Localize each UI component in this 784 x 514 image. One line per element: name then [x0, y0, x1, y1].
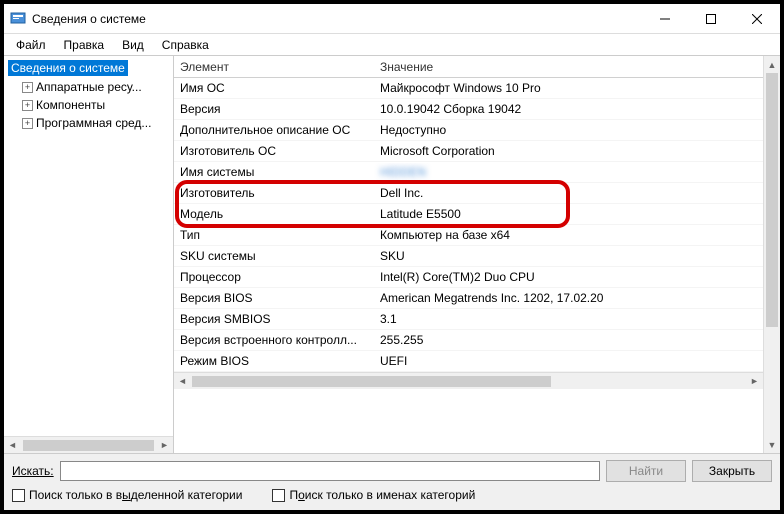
scroll-up-icon[interactable]: ▲: [764, 56, 780, 73]
cell-key: Версия встроенного контролл...: [174, 331, 374, 349]
menu-view[interactable]: Вид: [114, 36, 152, 54]
cell-key: SKU системы: [174, 247, 374, 265]
table-row[interactable]: ТипКомпьютер на базе x64: [174, 225, 763, 246]
table-row[interactable]: SKU системыSKU: [174, 246, 763, 267]
cell-value: Недоступно: [374, 121, 763, 139]
table-header: Элемент Значение: [174, 56, 763, 78]
details-panel: Элемент Значение Имя ОСМайкрософт Window…: [174, 56, 780, 453]
cell-value: Latitude E5500: [374, 205, 763, 223]
table-row[interactable]: Версия встроенного контролл...255.255: [174, 330, 763, 351]
find-button[interactable]: Найти: [606, 460, 686, 482]
cell-key: Процессор: [174, 268, 374, 286]
expand-icon[interactable]: +: [22, 100, 33, 111]
footer: Искать: Найти Закрыть Поиск только в выд…: [4, 454, 780, 510]
table-row[interactable]: ПроцессорIntel(R) Core(TM)2 Duo CPU: [174, 267, 763, 288]
checkbox-category-names[interactable]: Поиск только в именах категорий: [272, 488, 475, 502]
cell-value: UEFI: [374, 352, 763, 370]
close-panel-button[interactable]: Закрыть: [692, 460, 772, 482]
scroll-left-icon[interactable]: ◄: [4, 437, 21, 454]
cell-value: Компьютер на базе x64: [374, 226, 763, 244]
tree-root[interactable]: Сведения о системе: [4, 58, 173, 78]
titlebar: Сведения о системе: [4, 4, 780, 34]
cell-key: Имя ОС: [174, 79, 374, 97]
window-title: Сведения о системе: [32, 12, 642, 26]
cell-value: SKU: [374, 247, 763, 265]
cell-value: American Megatrends Inc. 1202, 17.02.20: [374, 289, 763, 307]
minimize-button[interactable]: [642, 4, 688, 34]
scroll-right-icon[interactable]: ►: [746, 376, 763, 386]
table-row[interactable]: ИзготовительDell Inc.: [174, 183, 763, 204]
cell-key: Версия BIOS: [174, 289, 374, 307]
cell-value: Intel(R) Core(TM)2 Duo CPU: [374, 268, 763, 286]
find-input[interactable]: [60, 461, 600, 481]
menu-help[interactable]: Справка: [154, 36, 217, 54]
scroll-left-icon[interactable]: ◄: [174, 376, 191, 386]
find-label: Искать:: [12, 464, 54, 478]
cell-value: 3.1: [374, 310, 763, 328]
table-row[interactable]: Имя ОСМайкрософт Windows 10 Pro: [174, 78, 763, 99]
checkbox-icon: [272, 489, 285, 502]
table-row[interactable]: Версия SMBIOS3.1: [174, 309, 763, 330]
table-row[interactable]: МодельLatitude E5500: [174, 204, 763, 225]
tree-hscrollbar[interactable]: ◄ ►: [4, 436, 173, 453]
cell-value: 255.255: [374, 331, 763, 349]
tree-components[interactable]: +Компоненты: [4, 96, 173, 114]
tree-software[interactable]: +Программная сред...: [4, 114, 173, 132]
cell-key: Изготовитель ОС: [174, 142, 374, 160]
table-row[interactable]: Изготовитель ОСMicrosoft Corporation: [174, 141, 763, 162]
close-button[interactable]: [734, 4, 780, 34]
cell-key: Имя системы: [174, 163, 374, 181]
col-value[interactable]: Значение: [374, 57, 763, 77]
expand-icon[interactable]: +: [22, 82, 33, 93]
app-icon: [10, 11, 26, 27]
checkbox-icon: [12, 489, 25, 502]
tree-hardware[interactable]: +Аппаратные ресу...: [4, 78, 173, 96]
menubar: Файл Правка Вид Справка: [4, 34, 780, 56]
tree-panel: Сведения о системе +Аппаратные ресу... +…: [4, 56, 174, 453]
cell-key: Дополнительное описание ОС: [174, 121, 374, 139]
checkbox-selected-category[interactable]: Поиск только в выделенной категории: [12, 488, 242, 502]
cell-key: Версия SMBIOS: [174, 310, 374, 328]
expand-icon[interactable]: +: [22, 118, 33, 129]
table-row[interactable]: Версия10.0.19042 Сборка 19042: [174, 99, 763, 120]
cell-value: 10.0.19042 Сборка 19042: [374, 100, 763, 118]
cell-value: Microsoft Corporation: [374, 142, 763, 160]
cell-value: Dell Inc.: [374, 184, 763, 202]
table-row[interactable]: Версия BIOSAmerican Megatrends Inc. 1202…: [174, 288, 763, 309]
details-vscrollbar[interactable]: ▲ ▼: [763, 56, 780, 453]
cell-key: Режим BIOS: [174, 352, 374, 370]
menu-file[interactable]: Файл: [8, 36, 54, 54]
cell-key: Тип: [174, 226, 374, 244]
cell-value: Майкрософт Windows 10 Pro: [374, 79, 763, 97]
menu-edit[interactable]: Правка: [56, 36, 113, 54]
scroll-down-icon[interactable]: ▼: [764, 436, 780, 453]
cell-key: Модель: [174, 205, 374, 223]
details-hscrollbar[interactable]: ◄ ►: [174, 372, 763, 389]
cell-value: HIDDEN: [374, 163, 763, 181]
scroll-right-icon[interactable]: ►: [156, 437, 173, 454]
table-row[interactable]: Режим BIOSUEFI: [174, 351, 763, 372]
cell-key: Версия: [174, 100, 374, 118]
col-element[interactable]: Элемент: [174, 57, 374, 77]
cell-key: Изготовитель: [174, 184, 374, 202]
table-row[interactable]: Имя системыHIDDEN: [174, 162, 763, 183]
table-row[interactable]: Дополнительное описание ОСНедоступно: [174, 120, 763, 141]
maximize-button[interactable]: [688, 4, 734, 34]
